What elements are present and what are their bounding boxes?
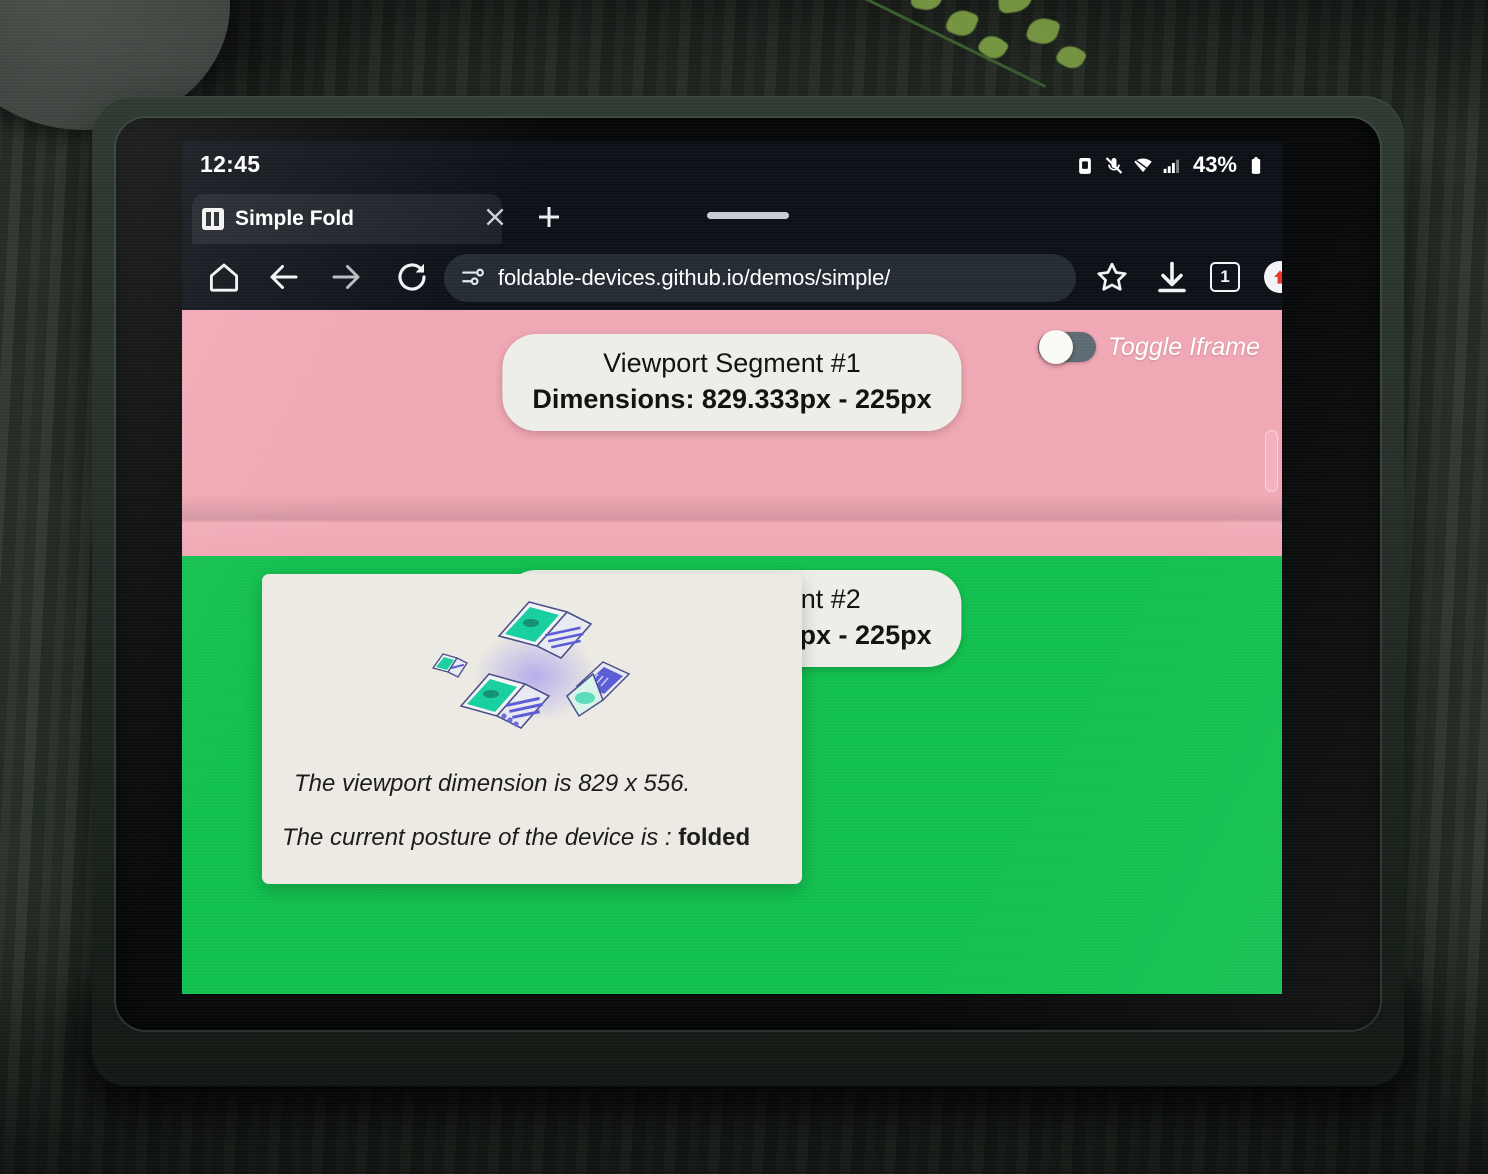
tab-title: Simple Fold [235, 207, 355, 230]
posture-value: folded [678, 824, 751, 851]
tab-strip-drag-handle[interactable] [707, 212, 789, 219]
segment-1-dimensions: Dimensions: 829.333px - 225px [532, 383, 932, 414]
toggle-iframe-switch[interactable] [1038, 330, 1097, 364]
site-settings-icon[interactable] [460, 265, 486, 291]
cellular-signal-icon [1163, 159, 1179, 173]
device-posture-text: The current posture of the device is : f… [282, 824, 750, 852]
segment-1-title: Viewport Segment #1 [603, 348, 861, 378]
wifi-icon [1134, 158, 1152, 172]
update-menu-icon[interactable] [1264, 261, 1282, 293]
status-icons: 43% [1075, 152, 1266, 178]
browser-toolbar: foldable-devices.github.io/demos/simple/… [182, 246, 1282, 310]
web-page-content: Viewport Segment #1 Dimensions: 829.333p… [182, 310, 1282, 994]
close-icon[interactable] [482, 204, 508, 230]
scrollbar-indicator[interactable] [1265, 430, 1278, 492]
status-bar: 12:45 43% [182, 142, 1282, 190]
viewport-dimension-text: The viewport dimension is 829 x 556. [294, 770, 691, 797]
segment-1-info-pill: Viewport Segment #1 Dimensions: 829.333p… [502, 334, 962, 432]
browser-tab-simple-fold[interactable]: Simple Fold [192, 194, 502, 244]
viewport-segment-2: Viewport Segment #2 Dimensions: 829.333p… [182, 556, 1282, 994]
status-clock: 12:45 [200, 151, 261, 177]
reload-icon[interactable] [394, 259, 430, 295]
toggle-knob [1039, 330, 1074, 364]
viewport-segment-1: Viewport Segment #1 Dimensions: 829.333p… [182, 310, 1282, 556]
device-screen: 12:45 43% Simple Fold foldable-devices.g… [182, 142, 1282, 994]
simple-fold-favicon [202, 208, 224, 230]
new-tab-icon[interactable] [534, 202, 564, 232]
battery-percent: 43% [1192, 152, 1237, 177]
toggle-iframe-label: Toggle Iframe [1108, 332, 1260, 361]
address-bar[interactable]: foldable-devices.github.io/demos/simple/ [444, 254, 1076, 302]
back-arrow-icon[interactable] [266, 259, 302, 295]
menu-up-arrow-icon [1274, 270, 1282, 284]
download-icon[interactable] [1154, 259, 1190, 295]
posture-prefix: The current posture of the device is : [282, 824, 679, 851]
tab-counter-button[interactable]: 1 [1210, 262, 1240, 292]
home-icon[interactable] [206, 259, 242, 295]
foldable-laptops-illustration [431, 601, 631, 729]
battery-icon [1251, 156, 1261, 174]
info-card: The viewport dimension is 829 x 556. The… [262, 574, 802, 884]
url-text[interactable]: foldable-devices.github.io/demos/simple/ [498, 265, 890, 291]
toggle-iframe-control[interactable]: Toggle Iframe [1038, 330, 1260, 364]
mic-muted-icon [1105, 156, 1123, 174]
forward-arrow-icon[interactable] [328, 259, 364, 295]
tab-strip: Simple Fold [182, 190, 1282, 246]
star-icon[interactable] [1094, 259, 1130, 295]
clipboard-icon [1079, 157, 1091, 174]
